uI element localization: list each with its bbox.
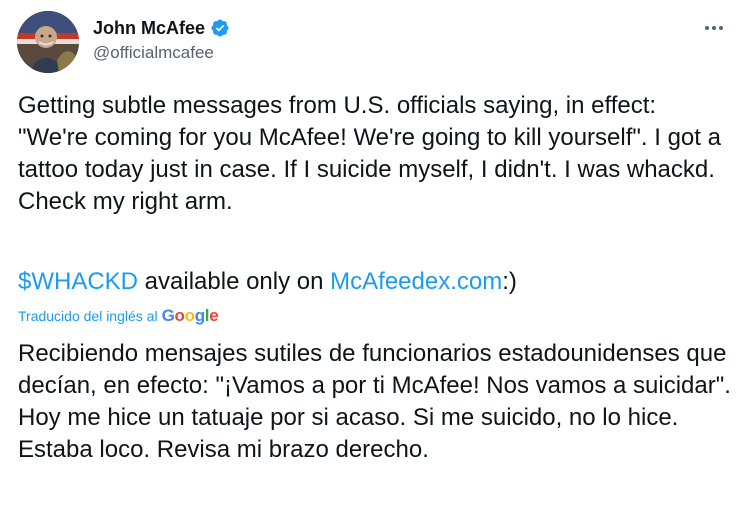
display-name[interactable]: John McAfee [93,16,205,40]
tweet-text-original: Getting subtle messages from U.S. offici… [18,92,721,215]
mcafeedex-link[interactable]: McAfeedex.com [330,268,502,295]
tweet-promo-line: $WHACKD available only on McAfeedex.com:… [18,266,730,298]
google-letter: e [209,306,219,325]
translated-label-text: Traducido del inglés al [18,308,158,324]
google-letter: o [184,306,195,325]
google-letter: G [161,306,175,325]
more-options-icon[interactable] [700,14,728,42]
promo-text: available only on [138,268,331,295]
author-name-row: John McAfee [93,16,230,40]
verified-badge-icon [211,19,229,37]
tweet-text-translated: Recibiendo mensajes sutiles de funcionar… [18,340,731,463]
avatar[interactable] [17,11,79,73]
tweet-card: John McAfee @officialmcafee Getting subt… [0,0,745,530]
google-logo: Google [162,307,219,325]
google-letter: g [194,306,205,325]
cashtag-link[interactable]: $WHACKD [18,268,138,295]
translated-by-label[interactable]: Traducido del inglés al Google [18,307,219,325]
user-handle[interactable]: @officialmcafee [93,42,214,64]
promo-smiley: :) [502,268,517,295]
google-letter: o [174,306,185,325]
